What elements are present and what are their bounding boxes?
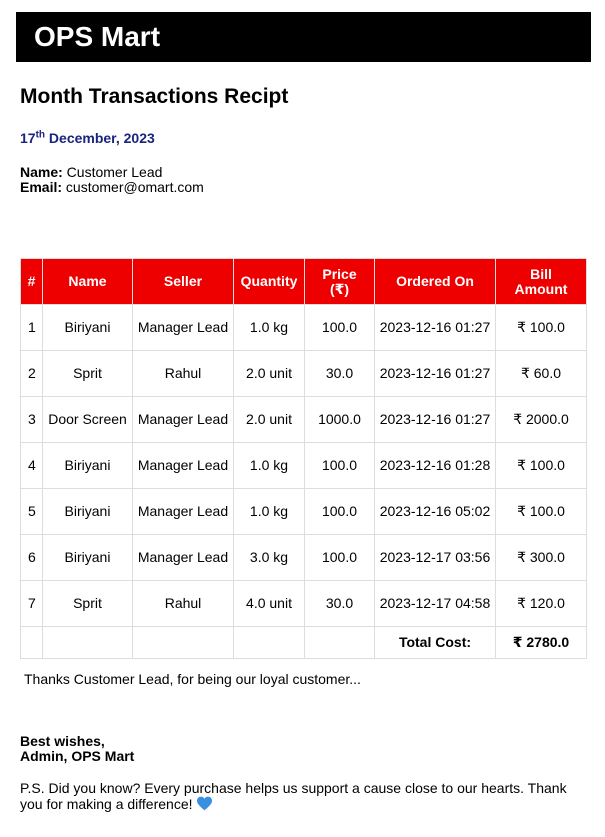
cell-index: 3 [20, 396, 43, 443]
date-rest: December, 2023 [45, 130, 155, 146]
customer-info: Name: Customer Lead Email: customer@omar… [20, 165, 204, 195]
date-suffix: th [35, 129, 46, 141]
date-day: 17 [20, 130, 36, 146]
total-cost-label: Total Cost: [374, 626, 496, 659]
cell-name: Biriyani [42, 442, 133, 489]
col-header-price: Price (₹) [304, 258, 375, 305]
cell-ordered-on: 2023-12-17 04:58 [374, 580, 496, 627]
cell-price: 100.0 [304, 442, 375, 489]
total-empty-cell [42, 626, 133, 659]
table-row: 7 Sprit Rahul 4.0 unit 30.0 2023-12-17 0… [20, 580, 587, 627]
total-row: Total Cost: ₹ 2780.0 [20, 626, 587, 659]
customer-email-line: Email: customer@omart.com [20, 180, 204, 195]
cell-bill-amount: ₹ 100.0 [495, 304, 587, 351]
col-header-bill-amount: Bill Amount [495, 258, 587, 305]
col-header-index: # [20, 258, 43, 305]
cell-bill-amount: ₹ 100.0 [495, 488, 587, 535]
col-header-name: Name [42, 258, 133, 305]
cell-price: 100.0 [304, 488, 375, 535]
page-title: Month Transactions Recipt [20, 85, 289, 108]
cell-bill-amount: ₹ 120.0 [495, 580, 587, 627]
cell-seller: Manager Lead [132, 396, 234, 443]
cell-quantity: 2.0 unit [233, 350, 305, 397]
table-row: 3 Door Screen Manager Lead 2.0 unit 1000… [20, 396, 587, 443]
blue-heart-icon [196, 796, 213, 814]
cell-ordered-on: 2023-12-16 01:28 [374, 442, 496, 489]
closing-line2: Admin, OPS Mart [20, 748, 135, 764]
cell-name: Sprit [42, 580, 133, 627]
cell-index: 5 [20, 488, 43, 535]
ps-note: P.S. Did you know? Every purchase helps … [20, 781, 575, 814]
thanks-message: Thanks Customer Lead, for being our loya… [24, 671, 361, 687]
table-row: 1 Biriyani Manager Lead 1.0 kg 100.0 202… [20, 304, 587, 351]
cell-price: 1000.0 [304, 396, 375, 443]
cell-name: Sprit [42, 350, 133, 397]
cell-bill-amount: ₹ 2000.0 [495, 396, 587, 443]
customer-name-line: Name: Customer Lead [20, 165, 204, 180]
ps-text: P.S. Did you know? Every purchase helps … [20, 780, 567, 812]
cell-price: 100.0 [304, 304, 375, 351]
brand-banner: OPS Mart [16, 12, 591, 62]
table-row: 2 Sprit Rahul 2.0 unit 30.0 2023-12-16 0… [20, 350, 587, 397]
cell-bill-amount: ₹ 60.0 [495, 350, 587, 397]
cell-ordered-on: 2023-12-16 05:02 [374, 488, 496, 535]
closing-signature: Best wishes, Admin, OPS Mart [20, 734, 134, 764]
cell-seller: Manager Lead [132, 488, 234, 535]
cell-index: 7 [20, 580, 43, 627]
cell-bill-amount: ₹ 100.0 [495, 442, 587, 489]
total-empty-cell [132, 626, 234, 659]
cell-ordered-on: 2023-12-16 01:27 [374, 350, 496, 397]
transactions-table: # Name Seller Quantity Price (₹) Ordered… [20, 258, 587, 659]
cell-name: Biriyani [42, 488, 133, 535]
cell-seller: Rahul [132, 580, 234, 627]
email-label: Email: [20, 179, 63, 195]
cell-quantity: 3.0 kg [233, 534, 305, 581]
cell-index: 1 [20, 304, 43, 351]
cell-ordered-on: 2023-12-16 01:27 [374, 304, 496, 351]
col-header-ordered-on: Ordered On [374, 258, 496, 305]
total-empty-cell [233, 626, 305, 659]
cell-seller: Manager Lead [132, 304, 234, 351]
cell-ordered-on: 2023-12-16 01:27 [374, 396, 496, 443]
total-empty-cell [304, 626, 375, 659]
customer-email: customer@omart.com [62, 179, 204, 195]
closing-line1: Best wishes, [20, 733, 105, 749]
cell-quantity: 1.0 kg [233, 442, 305, 489]
cell-index: 6 [20, 534, 43, 581]
total-empty-cell [20, 626, 43, 659]
cell-quantity: 2.0 unit [233, 396, 305, 443]
col-header-seller: Seller [132, 258, 234, 305]
table-row: 4 Biriyani Manager Lead 1.0 kg 100.0 202… [20, 442, 587, 489]
cell-quantity: 1.0 kg [233, 304, 305, 351]
total-cost-value: ₹ 2780.0 [495, 626, 587, 659]
cell-seller: Manager Lead [132, 534, 234, 581]
cell-name: Door Screen [42, 396, 133, 443]
cell-bill-amount: ₹ 300.0 [495, 534, 587, 581]
cell-seller: Rahul [132, 350, 234, 397]
cell-quantity: 4.0 unit [233, 580, 305, 627]
col-header-quantity: Quantity [233, 258, 305, 305]
table-header-row: # Name Seller Quantity Price (₹) Ordered… [20, 258, 587, 305]
table-row: 6 Biriyani Manager Lead 3.0 kg 100.0 202… [20, 534, 587, 581]
cell-price: 100.0 [304, 534, 375, 581]
cell-name: Biriyani [42, 534, 133, 581]
customer-name: Customer Lead [62, 164, 163, 180]
cell-quantity: 1.0 kg [233, 488, 305, 535]
table-row: 5 Biriyani Manager Lead 1.0 kg 100.0 202… [20, 488, 587, 535]
cell-price: 30.0 [304, 580, 375, 627]
cell-price: 30.0 [304, 350, 375, 397]
cell-ordered-on: 2023-12-17 03:56 [374, 534, 496, 581]
name-label: Name: [20, 164, 63, 180]
receipt-date: 17th December, 2023 [20, 128, 155, 148]
cell-name: Biriyani [42, 304, 133, 351]
cell-seller: Manager Lead [132, 442, 234, 489]
cell-index: 4 [20, 442, 43, 489]
brand-name: OPS Mart [34, 21, 161, 52]
cell-index: 2 [20, 350, 43, 397]
